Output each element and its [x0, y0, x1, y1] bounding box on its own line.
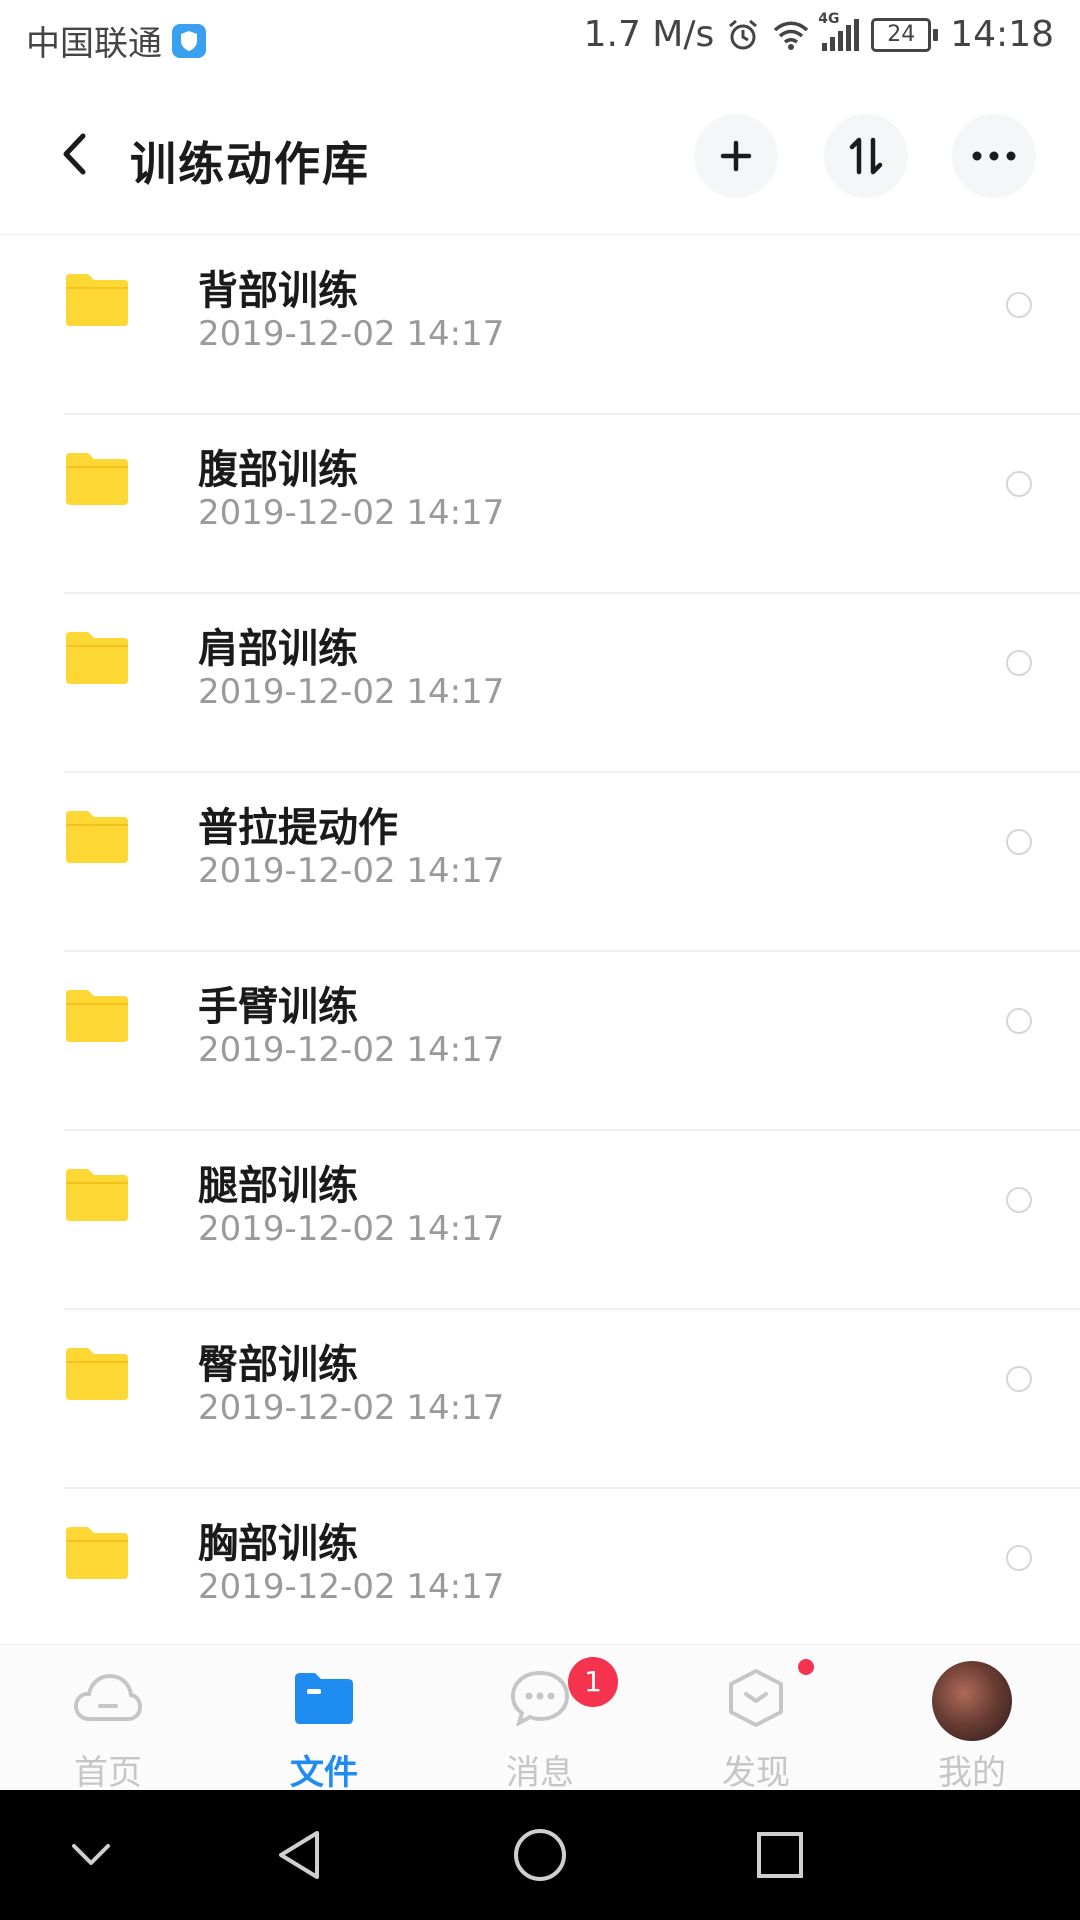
tab-label: 我的	[938, 1753, 1006, 1793]
nav-back-button[interactable]	[264, 1820, 334, 1890]
tab-label: 发现	[722, 1753, 790, 1793]
folder-icon	[66, 1348, 128, 1400]
folder-date: 2019-12-02 14:17	[198, 493, 505, 533]
plus-icon	[720, 140, 752, 172]
back-button[interactable]	[44, 124, 104, 184]
folder-icon	[66, 1169, 128, 1221]
folder-row[interactable]: 肩部训练 2019-12-02 14:17	[0, 594, 1080, 773]
clock: 14:18	[950, 14, 1054, 55]
select-checkbox[interactable]	[1006, 650, 1032, 676]
file-list: 背部训练 2019-12-02 14:17 腹部训练 2019-12-02 14…	[0, 236, 1080, 1668]
network-speed: 1.7 M/s	[583, 14, 715, 55]
nav-home-button[interactable]	[505, 1820, 575, 1890]
avatar	[932, 1661, 1012, 1741]
folder-icon	[66, 811, 128, 863]
network-type: 4G	[818, 10, 840, 27]
folder-date: 2019-12-02 14:17	[198, 1209, 505, 1249]
folder-name: 腹部训练	[198, 447, 358, 493]
sort-icon	[849, 137, 883, 175]
nav-recents-button[interactable]	[745, 1820, 815, 1890]
battery-icon: 24	[871, 17, 939, 52]
folder-name: 胸部训练	[198, 1521, 358, 1567]
select-checkbox[interactable]	[1006, 829, 1032, 855]
notification-dot	[798, 1659, 814, 1675]
system-nav-bar	[0, 1790, 1080, 1920]
folder-name: 臀部训练	[198, 1342, 358, 1388]
alarm-icon	[729, 19, 758, 49]
tab-label: 消息	[506, 1753, 574, 1793]
tab-files[interactable]: 文件	[216, 1645, 432, 1793]
folder-icon	[66, 274, 128, 326]
recents-square-icon	[757, 1832, 803, 1878]
nav-collapse-button[interactable]	[56, 1820, 126, 1890]
back-triangle-icon	[279, 1831, 319, 1879]
folder-row[interactable]: 腿部训练 2019-12-02 14:17	[0, 1131, 1080, 1310]
folder-date: 2019-12-02 14:17	[198, 672, 505, 712]
folder-icon	[66, 1527, 128, 1579]
battery-level: 24	[871, 17, 932, 52]
folder-icon	[66, 632, 128, 684]
wifi-icon	[774, 21, 809, 50]
bottom-tab-bar: 首页 文件 1 消息 发现 我的	[0, 1644, 1080, 1793]
home-circle-icon	[514, 1829, 566, 1881]
tab-label: 文件	[290, 1753, 358, 1793]
add-button[interactable]	[694, 114, 778, 198]
folder-date: 2019-12-02 14:17	[198, 851, 505, 891]
unread-badge: 1	[568, 1657, 618, 1707]
status-indicators: 1.7 M/s 4G 24 14:18	[583, 11, 1054, 56]
folder-row[interactable]: 腹部训练 2019-12-02 14:17	[0, 415, 1080, 594]
select-checkbox[interactable]	[1006, 1545, 1032, 1571]
app-header: 训练动作库	[0, 76, 1080, 235]
tab-label: 首页	[74, 1753, 142, 1793]
status-bar: 中国联通 1.7 M/s 4G 24 14:18	[0, 0, 1080, 76]
folder-date: 2019-12-02 14:17	[198, 314, 505, 354]
page-title: 训练动作库	[130, 137, 370, 191]
folder-name: 普拉提动作	[198, 805, 398, 851]
folder-row[interactable]: 臀部训练 2019-12-02 14:17	[0, 1310, 1080, 1489]
folder-name: 手臂训练	[198, 984, 358, 1030]
back-arrow-icon	[63, 133, 86, 175]
signal-icon: 4G	[818, 11, 860, 51]
select-checkbox[interactable]	[1006, 1366, 1032, 1392]
sort-button[interactable]	[824, 114, 908, 198]
shield-icon	[172, 23, 206, 58]
tab-home[interactable]: 首页	[0, 1645, 216, 1793]
folder-row[interactable]: 手臂训练 2019-12-02 14:17	[0, 952, 1080, 1131]
carrier-name: 中国联通	[26, 24, 162, 64]
folder-name: 背部训练	[198, 268, 358, 314]
folder-icon	[66, 453, 128, 505]
folder-name: 肩部训练	[198, 626, 358, 672]
more-button[interactable]	[952, 114, 1036, 198]
tab-messages[interactable]: 1 消息	[432, 1645, 648, 1793]
discover-icon	[722, 1667, 790, 1729]
folder-row[interactable]: 胸部训练 2019-12-02 14:17	[0, 1489, 1080, 1668]
tab-profile[interactable]: 我的	[864, 1645, 1080, 1793]
more-icon	[972, 151, 1016, 161]
chat-icon	[506, 1667, 574, 1729]
folder-icon	[290, 1667, 358, 1729]
chevron-down-icon	[72, 1844, 110, 1865]
folder-row[interactable]: 背部训练 2019-12-02 14:17	[0, 236, 1080, 415]
cloud-icon	[74, 1667, 142, 1729]
carrier: 中国联通	[26, 16, 206, 65]
folder-icon	[66, 990, 128, 1042]
select-checkbox[interactable]	[1006, 292, 1032, 318]
folder-date: 2019-12-02 14:17	[198, 1567, 505, 1607]
select-checkbox[interactable]	[1006, 1008, 1032, 1034]
tab-discover[interactable]: 发现	[648, 1645, 864, 1793]
folder-row[interactable]: 普拉提动作 2019-12-02 14:17	[0, 773, 1080, 952]
folder-date: 2019-12-02 14:17	[198, 1030, 505, 1070]
folder-date: 2019-12-02 14:17	[198, 1388, 505, 1428]
select-checkbox[interactable]	[1006, 1187, 1032, 1213]
select-checkbox[interactable]	[1006, 471, 1032, 497]
folder-name: 腿部训练	[198, 1163, 358, 1209]
